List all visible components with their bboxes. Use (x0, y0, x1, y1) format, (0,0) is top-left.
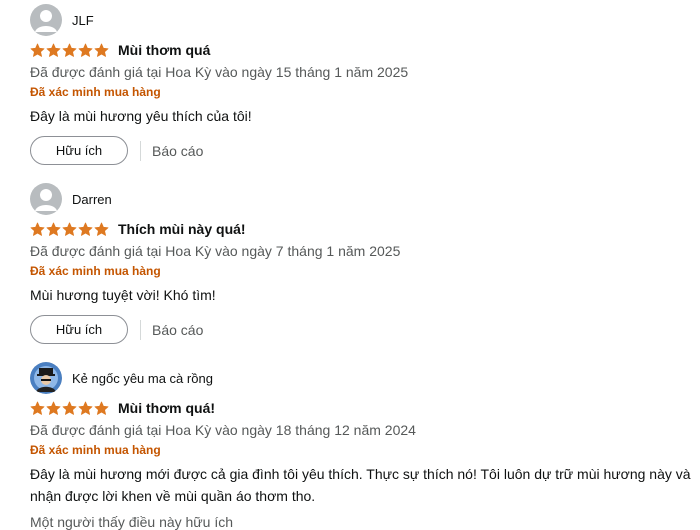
reviewer-profile[interactable]: Darren (30, 183, 700, 215)
star-icon (46, 401, 61, 415)
helpful-button[interactable]: Hữu ích (30, 315, 128, 344)
reviewer-profile[interactable]: Kẻ ngốc yêu ma cà rồng (30, 362, 700, 394)
review-date: Đã được đánh giá tại Hoa Kỳ vào ngày 7 t… (30, 243, 401, 259)
review-3: Kẻ ngốc yêu ma cà rồng Mùi thơm quá! Đã … (30, 362, 700, 530)
review-title[interactable]: Thích mùi này quá! (118, 221, 246, 237)
helpful-button[interactable]: Hữu ích (30, 136, 128, 165)
verified-purchase-badge: Đã xác minh mua hàng (30, 443, 161, 457)
review-2: Darren Thích mùi này quá! Đã được đánh g… (30, 183, 700, 344)
review-1: JLF Mùi thơm quá Đã được đánh giá tại Ho… (30, 4, 700, 165)
divider (140, 140, 141, 161)
star-icon (94, 401, 109, 415)
review-title[interactable]: Mùi thơm quá! (118, 400, 215, 416)
report-link[interactable]: Báo cáo (152, 143, 203, 159)
divider (140, 319, 141, 340)
review-body: Mùi hương tuyệt vời! Khó tìm! (30, 287, 216, 303)
custom-avatar-icon (30, 362, 62, 394)
star-rating[interactable] (30, 43, 109, 58)
review-date: Đã được đánh giá tại Hoa Kỳ vào ngày 18 … (30, 422, 416, 438)
reviewer-name: Darren (72, 191, 112, 207)
star-icon (62, 401, 77, 415)
star-icon (46, 43, 61, 57)
verified-purchase-badge: Đã xác minh mua hàng (30, 85, 161, 99)
reviewer-name: JLF (72, 12, 94, 28)
star-icon (78, 43, 93, 57)
review-date: Đã được đánh giá tại Hoa Kỳ vào ngày 15 … (30, 64, 409, 80)
review-body: Đây là mùi hương mới được cả gia đình tô… (30, 466, 691, 504)
star-icon (62, 43, 77, 57)
review-body: Đây là mùi hương yêu thích của tôi! (30, 108, 252, 124)
star-icon (46, 222, 61, 236)
star-icon (78, 401, 93, 415)
star-icon (78, 222, 93, 236)
reviewer-profile[interactable]: JLF (30, 4, 700, 36)
default-avatar-icon (30, 4, 62, 36)
star-icon (94, 43, 109, 57)
verified-purchase-badge: Đã xác minh mua hàng (30, 264, 161, 278)
star-rating[interactable] (30, 401, 109, 416)
star-icon (62, 222, 77, 236)
default-avatar-icon (30, 183, 62, 215)
star-icon (30, 43, 45, 57)
helpful-count: Một người thấy điều này hữu ích (30, 514, 234, 530)
star-rating[interactable] (30, 222, 109, 237)
star-icon (30, 222, 45, 236)
review-title[interactable]: Mùi thơm quá (118, 42, 210, 58)
star-icon (94, 222, 109, 236)
report-link[interactable]: Báo cáo (152, 322, 203, 338)
star-icon (30, 401, 45, 415)
reviewer-name: Kẻ ngốc yêu ma cà rồng (72, 370, 213, 386)
